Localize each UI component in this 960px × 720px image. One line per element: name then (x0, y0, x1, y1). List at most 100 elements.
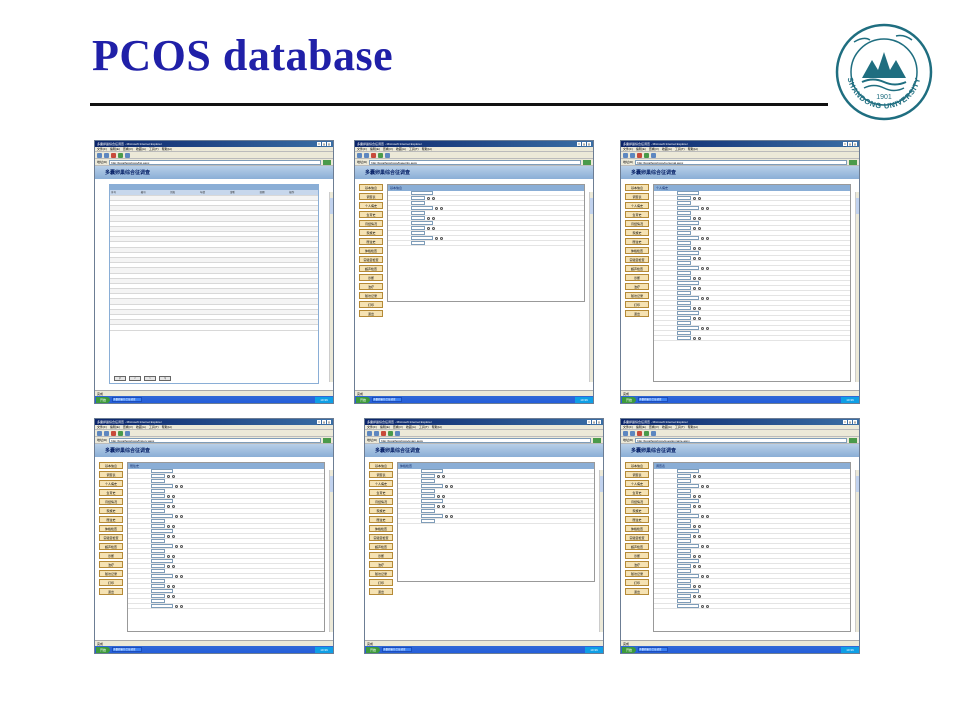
radio-button[interactable] (693, 584, 696, 588)
radio-button[interactable] (706, 266, 709, 270)
nav-item[interactable]: 随访记录 (625, 292, 649, 299)
nav-item[interactable]: 退出 (625, 588, 649, 595)
nav-item[interactable]: 退出 (359, 310, 383, 317)
nav-item[interactable]: 诊断 (369, 552, 393, 559)
address-input[interactable]: http://localhost/pcos/questionnaire.aspx (635, 437, 847, 443)
radio-button[interactable] (450, 514, 453, 518)
radio-button[interactable] (698, 226, 701, 230)
radio-button[interactable] (698, 504, 701, 508)
radio-button[interactable] (693, 524, 696, 528)
radio-button[interactable] (450, 484, 453, 488)
form-input[interactable] (151, 509, 165, 513)
radio-button[interactable] (427, 226, 430, 230)
nav-item[interactable]: 月经情况 (99, 498, 123, 505)
nav-item[interactable]: 实验室检查 (625, 256, 649, 263)
nav-item[interactable]: 退出 (99, 588, 123, 595)
radio-button[interactable] (698, 524, 701, 528)
form-input[interactable] (151, 554, 165, 558)
radio-button[interactable] (701, 604, 704, 608)
nav-item[interactable]: 既往史 (625, 516, 649, 523)
form-input[interactable] (677, 211, 691, 215)
nav-item[interactable]: 体格检查 (99, 525, 123, 532)
radio-button[interactable] (706, 326, 709, 330)
form-input[interactable] (151, 469, 173, 473)
form-input[interactable] (151, 559, 173, 563)
radio-button[interactable] (167, 584, 170, 588)
form-input[interactable] (677, 509, 691, 513)
form-input[interactable] (677, 221, 699, 225)
nav-item[interactable]: 家族史 (625, 229, 649, 236)
radio-button[interactable] (701, 544, 704, 548)
form-input[interactable] (677, 519, 691, 523)
form-input[interactable] (677, 196, 691, 200)
radio-button[interactable] (701, 296, 704, 300)
close-icon[interactable]: × (327, 420, 331, 425)
radio-button[interactable] (442, 474, 445, 478)
radio-button[interactable] (167, 534, 170, 538)
address-input[interactable]: http://localhost/pcos/personal.aspx (635, 159, 847, 165)
radio-button[interactable] (698, 276, 701, 280)
nav-item[interactable]: 家族史 (369, 507, 393, 514)
nav-item[interactable]: 既往史 (625, 238, 649, 245)
radio-button[interactable] (698, 316, 701, 320)
form-input[interactable] (677, 479, 691, 483)
radio-button[interactable] (706, 236, 709, 240)
pager-prev-button[interactable]: < (129, 376, 141, 381)
radio-button[interactable] (701, 484, 704, 488)
nav-item[interactable]: 超声检查 (369, 543, 393, 550)
radio-button[interactable] (427, 216, 430, 220)
radio-button[interactable] (693, 564, 696, 568)
form-input[interactable] (677, 321, 691, 325)
address-input[interactable]: http://localhost/pcos/history.aspx (109, 437, 321, 443)
nav-item[interactable]: 生育史 (625, 489, 649, 496)
nav-item[interactable]: 打印 (625, 301, 649, 308)
radio-button[interactable] (435, 206, 438, 210)
radio-button[interactable] (167, 554, 170, 558)
nav-item[interactable]: 超声检查 (625, 543, 649, 550)
radio-button[interactable] (167, 494, 170, 498)
pager-first-button[interactable]: |< (114, 376, 126, 381)
form-input[interactable] (151, 589, 173, 593)
address-input[interactable]: http://localhost/pcos/exam.aspx (379, 437, 591, 443)
home-icon[interactable] (125, 152, 130, 158)
form-input[interactable] (677, 261, 691, 265)
radio-button[interactable] (432, 196, 435, 200)
nav-item[interactable]: 打印 (625, 579, 649, 586)
nav-item[interactable]: 生育史 (369, 489, 393, 496)
form-input[interactable] (411, 226, 425, 230)
form-input[interactable] (677, 331, 691, 335)
form-input[interactable] (151, 594, 165, 598)
address-input[interactable]: http://localhost/pcos/baseinfo.aspx (369, 159, 581, 165)
form-input[interactable] (411, 216, 425, 220)
nav-item[interactable]: 诊断 (625, 552, 649, 559)
nav-item[interactable]: 退出 (625, 310, 649, 317)
form-input[interactable] (677, 301, 691, 305)
form-input[interactable] (151, 569, 165, 573)
form-input[interactable] (677, 216, 691, 220)
form-input[interactable] (677, 579, 691, 583)
form-input[interactable] (677, 574, 699, 578)
form-input[interactable] (151, 604, 173, 608)
nav-item[interactable]: 既往史 (359, 238, 383, 245)
radio-button[interactable] (172, 564, 175, 568)
nav-item[interactable]: 调查表 (625, 471, 649, 478)
radio-button[interactable] (440, 206, 443, 210)
form-input[interactable] (421, 474, 435, 478)
radio-button[interactable] (693, 504, 696, 508)
nav-item[interactable]: 月经情况 (369, 498, 393, 505)
form-input[interactable] (151, 519, 165, 523)
radio-button[interactable] (693, 554, 696, 558)
back-icon[interactable] (97, 152, 102, 158)
radio-button[interactable] (172, 554, 175, 558)
radio-button[interactable] (693, 276, 696, 280)
nav-item[interactable]: 调查表 (625, 193, 649, 200)
form-input[interactable] (421, 469, 443, 473)
pager-next-button[interactable]: > (144, 376, 156, 381)
nav-item[interactable]: 调查表 (369, 471, 393, 478)
nav-item[interactable]: 个人病史 (359, 202, 383, 209)
nav-item[interactable]: 基本信息 (99, 462, 123, 469)
form-input[interactable] (151, 494, 165, 498)
form-input[interactable] (677, 474, 691, 478)
form-input[interactable] (421, 514, 443, 518)
radio-button[interactable] (167, 504, 170, 508)
